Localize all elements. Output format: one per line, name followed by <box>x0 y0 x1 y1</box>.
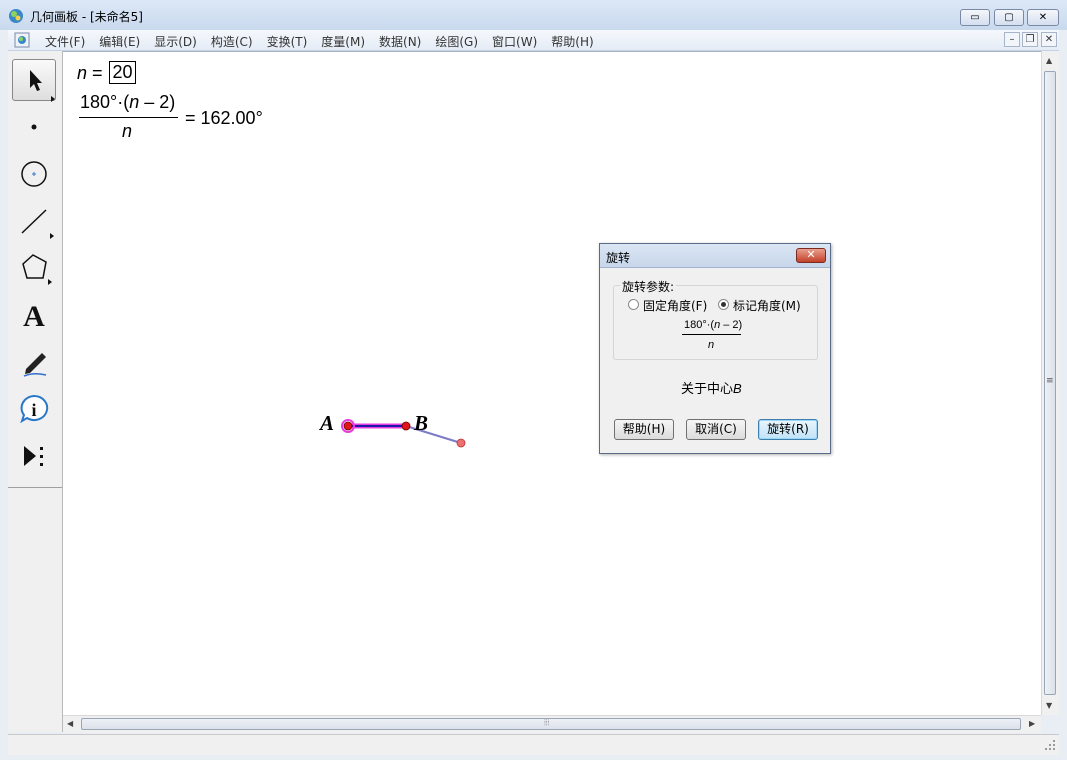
scroll-up-arrow-icon[interactable]: ▲ <box>1046 56 1052 65</box>
resize-grip-icon[interactable] <box>1044 739 1056 751</box>
menu-file[interactable]: 文件(F) <box>38 33 92 50</box>
polygon-icon <box>22 254 52 285</box>
arrow-select-icon <box>30 70 55 102</box>
scroll-down-arrow-icon[interactable]: ▼ <box>1046 701 1052 710</box>
information-tool[interactable]: i <box>12 388 56 430</box>
marker-icon <box>23 353 47 377</box>
rotation-center: 关于中心B <box>681 381 742 397</box>
point-b-label[interactable]: B <box>414 411 428 436</box>
point-b[interactable] <box>401 421 411 431</box>
menu-graph[interactable]: 绘图(G) <box>428 33 485 50</box>
window-title: 几何画板 - [未命名5] <box>30 10 143 24</box>
status-bar <box>8 734 1059 755</box>
geometry-layer <box>341 419 466 448</box>
menu-transform[interactable]: 变换(T) <box>260 33 315 50</box>
document-icon[interactable] <box>14 32 30 48</box>
title-bar[interactable]: 几何画板 - [未命名5] ▭ ▢ ✕ <box>0 0 1067 30</box>
doc-restore-button[interactable]: ❐ <box>1022 32 1038 47</box>
scroll-left-arrow-icon[interactable]: ◀ <box>67 719 73 728</box>
app-window: 几何画板 - [未命名5] ▭ ▢ ✕ 文件(F) 编辑(E) 显示(D) 构造… <box>0 0 1067 760</box>
maximize-button[interactable]: ▢ <box>994 9 1024 26</box>
horizontal-scroll-thumb[interactable]: ⦙⦙⦙ <box>81 718 1021 730</box>
marker-tool[interactable] <box>12 341 56 383</box>
menu-items: 文件(F) 编辑(E) 显示(D) 构造(C) 变换(T) 度量(M) 数据(N… <box>38 33 601 50</box>
menu-display[interactable]: 显示(D) <box>147 33 204 50</box>
cancel-button[interactable]: 取消(C) <box>686 419 746 440</box>
compass-tool[interactable] <box>12 153 56 195</box>
dialog-title-bar[interactable]: 旋转 ✕ <box>600 244 830 268</box>
group-label: 旋转参数: <box>620 278 677 295</box>
hscroll-grip-icon: ⦙⦙⦙ <box>544 718 550 727</box>
compass-icon <box>21 161 47 187</box>
information-icon: i <box>20 394 49 424</box>
rotated-point[interactable] <box>456 438 466 448</box>
point-icon <box>31 124 37 130</box>
straightedge-icon <box>21 209 54 239</box>
menu-measure[interactable]: 度量(M) <box>314 33 372 50</box>
menu-window[interactable]: 窗口(W) <box>485 33 544 50</box>
toolbox-separator <box>8 487 62 488</box>
scroll-grip-icon: ≡ <box>1046 376 1054 386</box>
marked-angle-label[interactable]: 标记角度(M) <box>733 297 801 314</box>
text-icon: A <box>23 300 45 333</box>
menu-help[interactable]: 帮助(H) <box>544 33 600 50</box>
marked-angle-radio[interactable] <box>718 299 729 310</box>
text-tool-glyph: A <box>23 300 45 333</box>
app-logo-icon <box>9 9 23 23</box>
text-tool[interactable]: A <box>12 294 56 336</box>
point-a[interactable] <box>343 421 353 431</box>
sketch-canvas[interactable]: n = 20 180°·(n – 2) n = 162.00° A B <box>63 51 1041 716</box>
angle-numerator: 180°·(n – 2) <box>684 319 743 331</box>
fixed-angle-label[interactable]: 固定角度(F) <box>643 297 707 314</box>
close-button[interactable]: ✕ <box>1027 9 1059 26</box>
scroll-right-arrow-icon[interactable]: ▶ <box>1029 719 1035 728</box>
horizontal-scrollbar[interactable]: ◀ ⦙⦙⦙ ▶ <box>63 715 1041 733</box>
svg-text:i: i <box>31 400 36 420</box>
dialog-close-button[interactable]: ✕ <box>796 248 826 263</box>
fixed-angle-radio[interactable] <box>628 299 639 310</box>
rotate-button[interactable]: 旋转(R) <box>758 419 818 440</box>
custom-tool-icon <box>24 446 43 466</box>
doc-close-button[interactable]: ✕ <box>1041 32 1057 47</box>
arrow-tool[interactable] <box>12 59 56 102</box>
minimize-button[interactable]: ▭ <box>960 9 990 26</box>
point-tool[interactable] <box>12 106 56 148</box>
vertical-scrollbar[interactable]: ▲ ≡ ▼ <box>1041 51 1059 715</box>
menu-edit[interactable]: 编辑(E) <box>92 33 147 50</box>
help-button[interactable]: 帮助(H) <box>614 419 674 440</box>
toolbox: A i <box>8 51 63 732</box>
point-a-label[interactable]: A <box>320 411 334 436</box>
menu-bar: 文件(F) 编辑(E) 显示(D) 构造(C) 变换(T) 度量(M) 数据(N… <box>8 30 1059 51</box>
menu-construct[interactable]: 构造(C) <box>204 33 260 50</box>
vertical-scroll-thumb[interactable]: ≡ <box>1044 71 1056 695</box>
custom-tool[interactable] <box>12 435 56 477</box>
menu-data[interactable]: 数据(N) <box>372 33 428 50</box>
polygon-tool[interactable] <box>12 247 56 289</box>
rotate-dialog: 旋转 ✕ 旋转参数: 固定角度(F) 标记角度(M) 180°·(n – 2) … <box>599 243 831 454</box>
doc-minimize-button[interactable]: – <box>1004 32 1020 47</box>
angle-fraction-line <box>682 334 741 335</box>
angle-denominator: n <box>708 339 715 351</box>
straightedge-tool[interactable] <box>12 200 56 242</box>
dialog-title: 旋转 <box>606 251 631 265</box>
